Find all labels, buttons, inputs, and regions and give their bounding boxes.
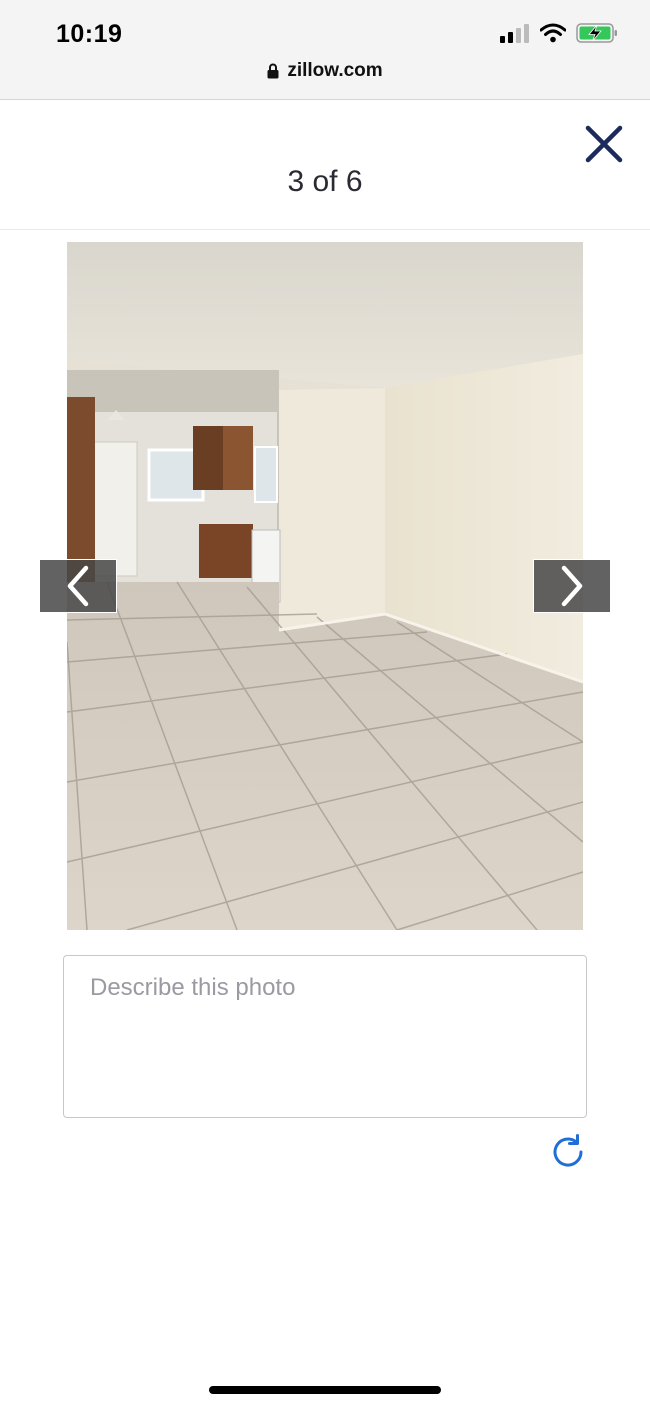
url-text: zillow.com (287, 60, 383, 81)
photo-description-input[interactable] (63, 955, 587, 1118)
lock-icon (267, 63, 279, 79)
refresh-button[interactable] (548, 1132, 588, 1172)
home-indicator[interactable] (209, 1386, 441, 1394)
photo-viewer-header: 3 of 6 (0, 100, 650, 230)
address-bar[interactable]: zillow.com (0, 60, 650, 82)
wifi-icon (540, 23, 566, 43)
refresh-icon (553, 1134, 583, 1167)
close-icon (585, 125, 623, 163)
status-bar: 10:19 zillow.com (0, 0, 650, 100)
status-icons (500, 22, 618, 44)
chevron-right-icon (561, 565, 583, 607)
listing-photo (67, 242, 583, 930)
signal-icon (500, 24, 529, 43)
previous-photo-button[interactable] (39, 559, 117, 613)
close-button[interactable] (582, 122, 626, 166)
chevron-left-icon (67, 565, 89, 607)
photo-counter: 3 of 6 (287, 165, 363, 198)
room-photo-illustration (67, 242, 583, 930)
status-time: 10:19 (56, 20, 123, 48)
battery-charging-icon (576, 23, 617, 43)
next-photo-button[interactable] (533, 559, 611, 613)
